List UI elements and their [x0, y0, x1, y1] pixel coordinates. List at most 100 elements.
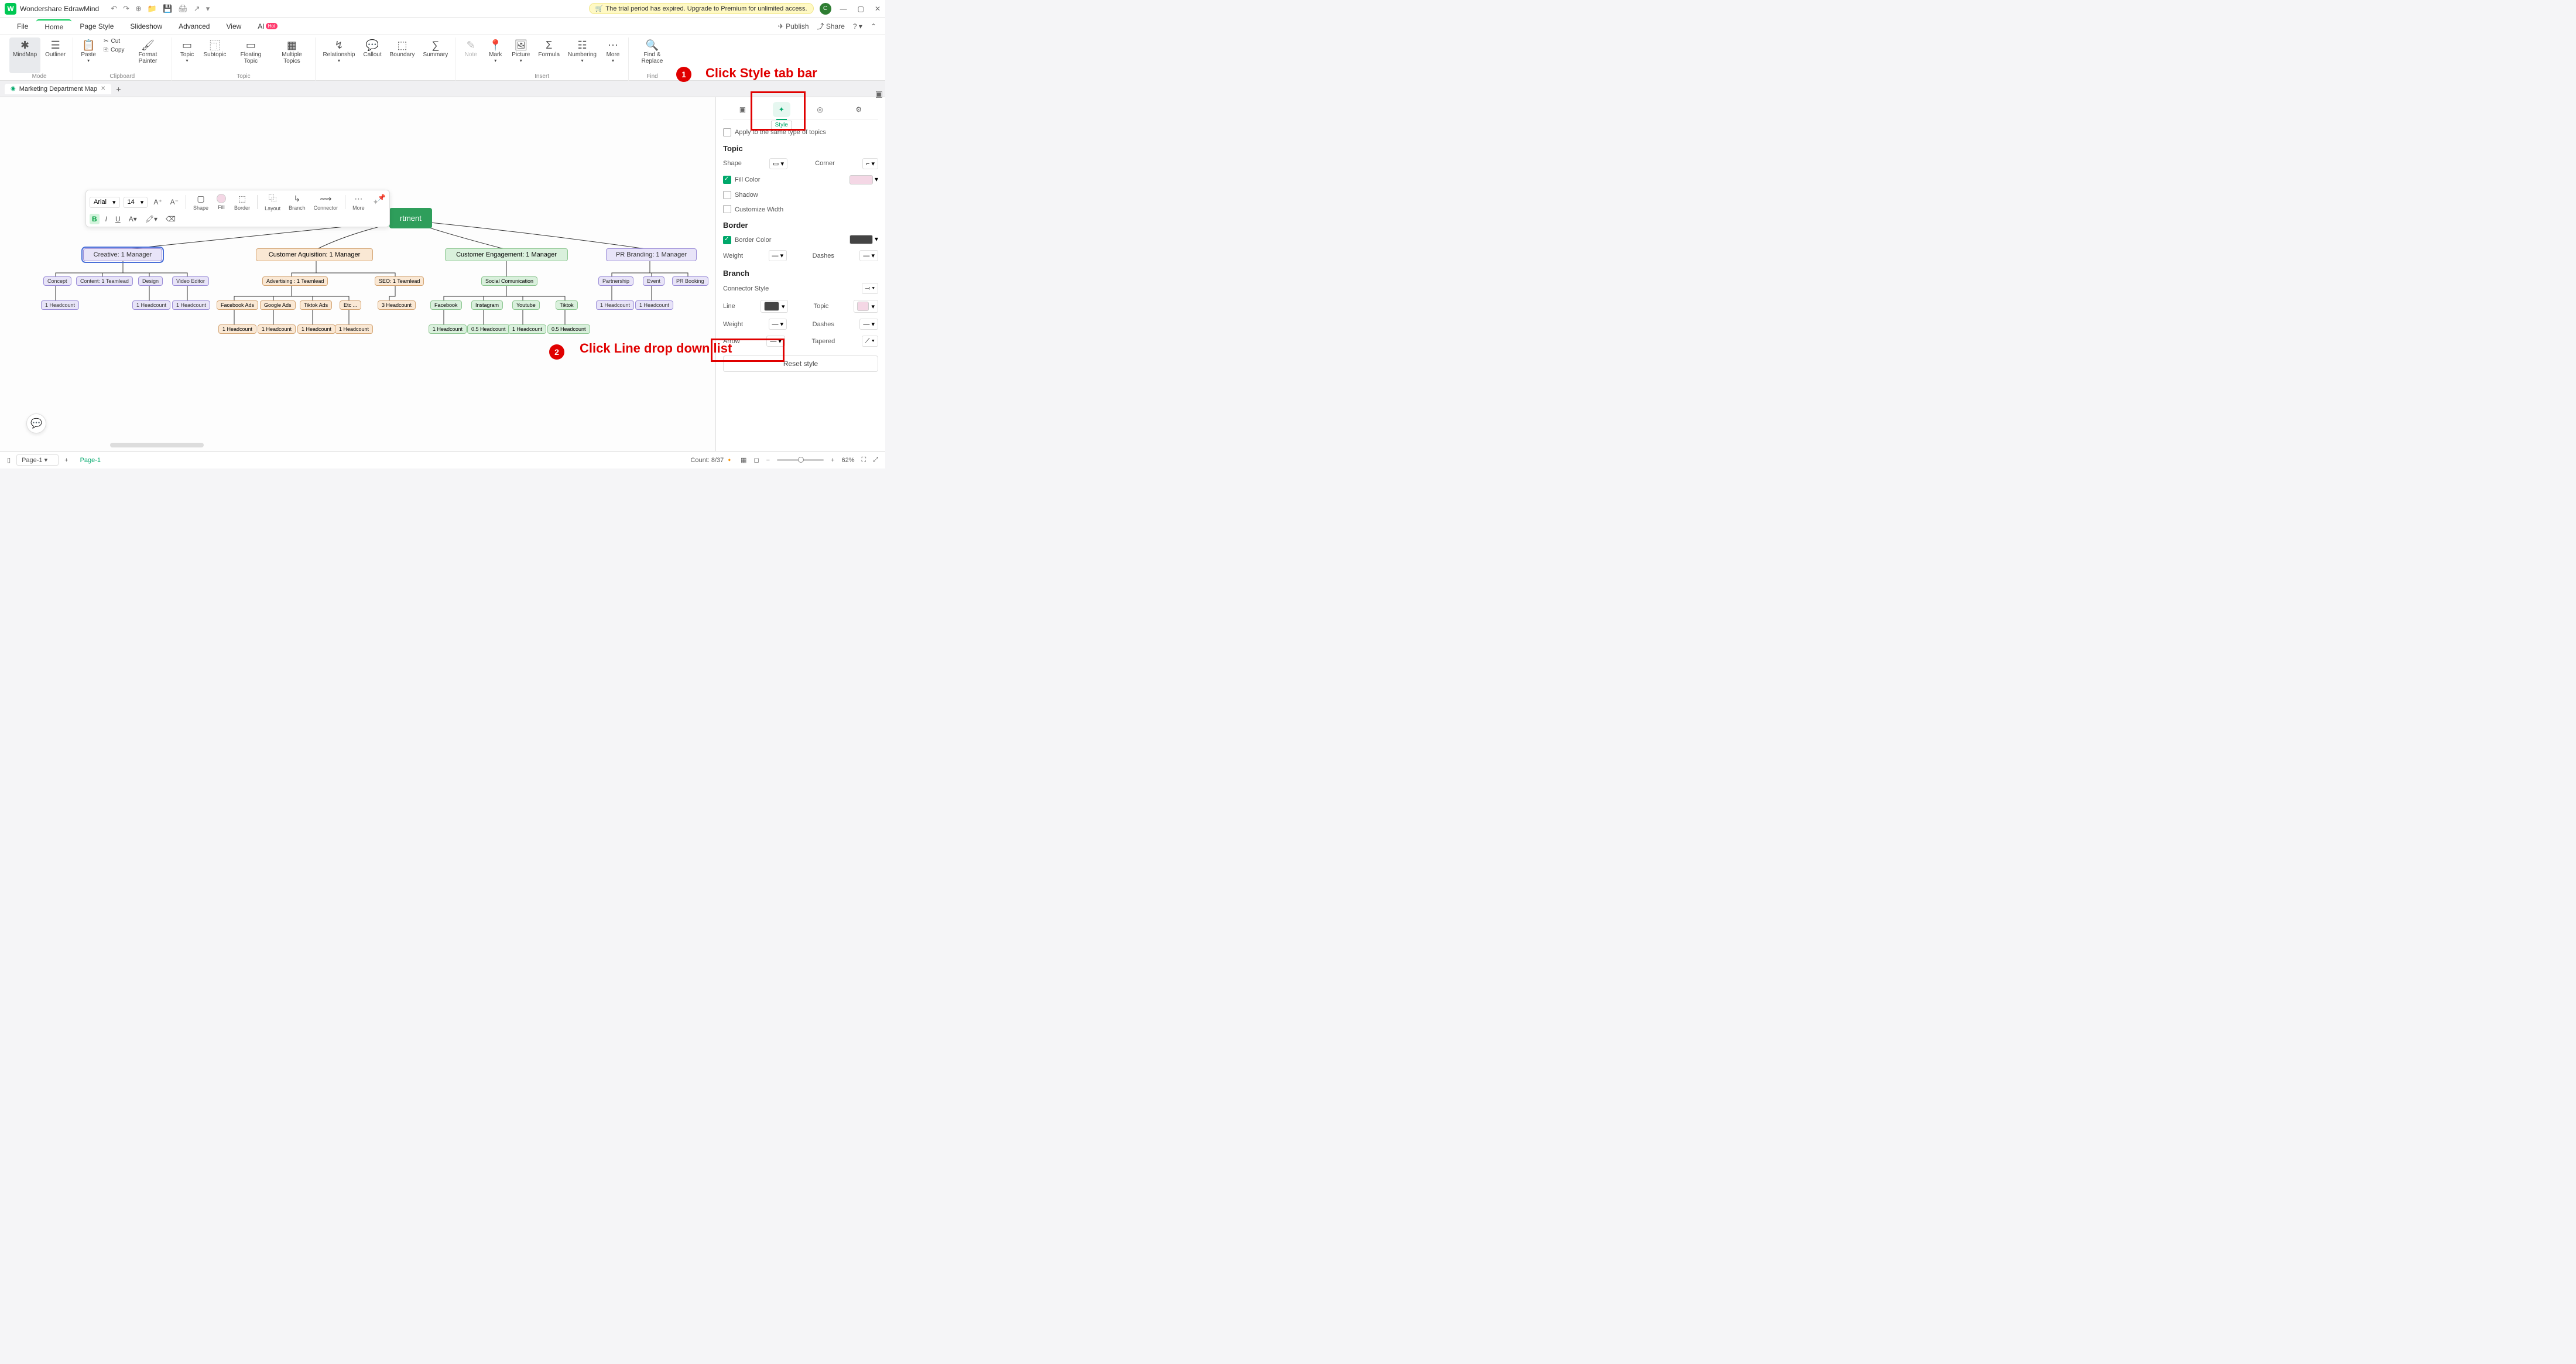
menu-slideshow[interactable]: Slideshow [122, 20, 170, 33]
node-google-ads[interactable]: Google Ads [260, 300, 296, 310]
fill-color-swatch[interactable] [849, 175, 873, 184]
increase-font-icon[interactable]: A⁺ [151, 197, 164, 207]
node-advertising[interactable]: Advertising : 1 Teamlead [262, 276, 328, 286]
arrow-select[interactable]: — ▾ [766, 336, 785, 347]
font-select[interactable]: Arial▾ [90, 197, 120, 208]
multiple-topics-button[interactable]: ▦Multiple Topics [272, 37, 311, 73]
grid-view-icon[interactable]: ▦ [741, 456, 746, 464]
numbering-button[interactable]: ☷Numbering▾ [564, 37, 600, 73]
fullscreen-icon[interactable]: ⤢ [873, 456, 878, 464]
node-hc3[interactable]: 3 Headcount [378, 300, 416, 310]
cut-button[interactable]: ✂ Cut [101, 37, 126, 45]
line-color-select[interactable]: ▾ [761, 300, 789, 313]
fill-color-checkbox[interactable] [723, 176, 731, 184]
shape-tool[interactable]: ▢Shape [191, 194, 211, 211]
node-tiktok[interactable]: Tiktok [556, 300, 578, 310]
fit-view-icon[interactable]: ◻ [753, 456, 759, 464]
relationship-button[interactable]: ↯Relationship▾ [319, 37, 358, 80]
save-icon[interactable]: 💾 [163, 4, 172, 13]
node-hc-design[interactable]: 1 Headcount [132, 300, 170, 310]
node-content-lead[interactable]: Content: 1 Teamlead [76, 276, 133, 286]
zoom-in-button[interactable]: + [831, 457, 834, 464]
menu-file[interactable]: File [9, 20, 36, 33]
menu-view[interactable]: View [218, 20, 249, 33]
node-hc-yt[interactable]: 1 Headcount [508, 324, 546, 334]
page-select[interactable]: Page-1 ▾ [16, 454, 59, 466]
zoom-out-button[interactable]: − [766, 457, 770, 464]
node-hc-concept[interactable]: 1 Headcount [41, 300, 79, 310]
page-tab[interactable]: Page-1 [80, 457, 101, 464]
node-hc-fbads[interactable]: 1 Headcount [218, 324, 256, 334]
minimize-icon[interactable]: — [840, 5, 847, 13]
node-social[interactable]: Social Comunication [481, 276, 537, 286]
border-color-dropdown[interactable]: ▾ [875, 235, 878, 244]
mindmap-button[interactable]: ✱MindMap [9, 37, 40, 73]
underline-button[interactable]: U [113, 214, 123, 224]
node-hc-partner[interactable]: 1 Headcount [596, 300, 634, 310]
undo-icon[interactable]: ↶ [111, 4, 117, 13]
add-tab-button[interactable]: + [116, 84, 121, 94]
panel-tab-style[interactable]: ✦ Style [773, 102, 790, 117]
pin-icon[interactable]: 📌 [378, 194, 386, 201]
connector-tool[interactable]: ⟿Connector [311, 194, 341, 211]
highlight-button[interactable]: 🖍▾ [143, 214, 160, 224]
node-hc-google[interactable]: 1 Headcount [258, 324, 296, 334]
note-button[interactable]: ✎Note [459, 37, 482, 73]
panel-tab-outline[interactable]: ▣ [734, 102, 752, 117]
font-color-button[interactable]: A▾ [126, 214, 139, 224]
topic-color-select[interactable]: ▾ [854, 300, 878, 313]
layout-view-icon[interactable]: ▯ [7, 456, 11, 464]
decrease-font-icon[interactable]: A⁻ [168, 197, 181, 207]
publish-icon[interactable]: ✈ Publish [778, 22, 809, 30]
node-hc-event[interactable]: 1 Headcount [635, 300, 673, 310]
italic-button[interactable]: I [103, 214, 109, 224]
menu-ai[interactable]: AI Hot [249, 20, 286, 33]
branch-weight-select[interactable]: — ▾ [769, 319, 787, 330]
border-color-swatch[interactable] [849, 235, 873, 244]
canvas[interactable] [0, 97, 715, 451]
bold-button[interactable]: B [90, 214, 100, 224]
more-tool[interactable]: ⋯More [350, 194, 367, 211]
apply-same-checkbox[interactable] [723, 128, 731, 136]
close-icon[interactable]: ✕ [875, 5, 881, 13]
node-etc[interactable]: Etc ... [340, 300, 361, 310]
picture-button[interactable]: 🖼Picture▾ [508, 37, 533, 73]
user-avatar[interactable]: C [820, 3, 831, 15]
print-icon[interactable]: 🖨 [178, 4, 188, 13]
node-prbooking[interactable]: PR Booking [672, 276, 708, 286]
apply-same-row[interactable]: Apply to the same type of topics [723, 125, 878, 139]
node-hc-fb[interactable]: 1 Headcount [429, 324, 467, 334]
font-size-select[interactable]: 14▾ [124, 197, 148, 208]
trial-banner[interactable]: The trial period has expired. Upgrade to… [589, 3, 814, 14]
doc-tab[interactable]: ◉ Marketing Department Map ✕ [5, 84, 111, 94]
tapered-select[interactable]: ⟋ ▾ [862, 336, 878, 347]
menu-home[interactable]: Home [36, 19, 71, 33]
maximize-icon[interactable]: ▢ [858, 5, 864, 13]
node-fb-ads[interactable]: Facebook Ads [217, 300, 258, 310]
redo-icon[interactable]: ↷ [123, 4, 129, 13]
panel-tab-settings[interactable]: ⚙ [849, 102, 868, 117]
format-painter-button[interactable]: 🖌Format Painter [128, 37, 168, 73]
subtopic-button[interactable]: ⿹Subtopic [200, 37, 230, 73]
more-button[interactable]: ⋯More▾ [601, 37, 625, 73]
node-hc-tk[interactable]: 0.5 Headcount [547, 324, 590, 334]
formula-button[interactable]: ΣFormula [535, 37, 563, 73]
connector-style-select[interactable]: ⤙ ▾ [862, 283, 878, 294]
shape-select[interactable]: ▭ ▾ [769, 158, 787, 169]
node-facebook[interactable]: Facebook [430, 300, 462, 310]
node-instagram[interactable]: Instagram [471, 300, 503, 310]
find-replace-button[interactable]: 🔍Find & Replace [632, 37, 672, 73]
node-seo[interactable]: SEO: 1 Teamlead [375, 276, 424, 286]
node-pr-branding[interactable]: PR Branding: 1 Manager [606, 248, 697, 261]
reset-style-button[interactable]: Reset style [723, 355, 878, 372]
add-page-button[interactable]: + [64, 457, 68, 464]
callout-button[interactable]: 💬Callout [359, 37, 385, 80]
new-icon[interactable]: ⊕ [135, 4, 142, 13]
node-youtube[interactable]: Youtube [512, 300, 540, 310]
zoom-value[interactable]: 62% [841, 457, 854, 464]
border-dashes-select[interactable]: — ▾ [859, 250, 878, 261]
topic-button[interactable]: ▭Topic▾ [176, 37, 199, 73]
panel-toggle-icon[interactable]: ▣ [875, 89, 883, 99]
dropdown-icon[interactable]: ▾ [206, 4, 210, 13]
corner-select[interactable]: ⌐ ▾ [862, 158, 878, 169]
